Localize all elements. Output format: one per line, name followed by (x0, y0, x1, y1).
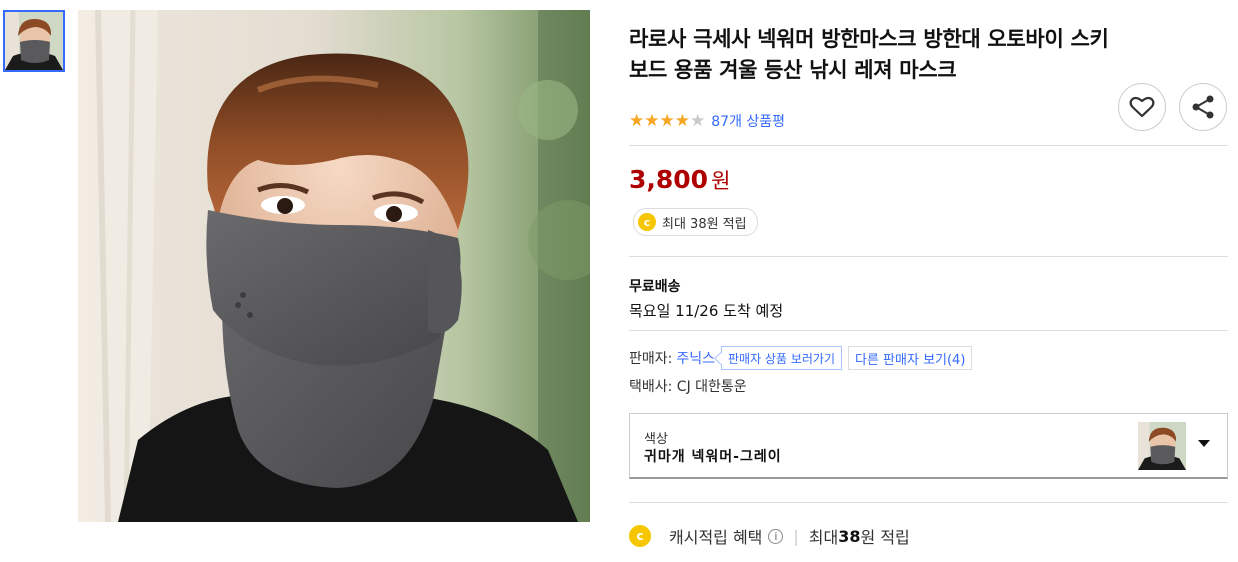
divider (629, 145, 1228, 146)
product-thumbnail[interactable] (3, 10, 65, 72)
option-label: 색상 (644, 432, 668, 447)
caret-down-icon (1198, 440, 1210, 447)
shipping-date: 목요일 11/26 도착 예정 (629, 302, 784, 320)
share-icon (1192, 95, 1214, 119)
cash-benefit: c 캐시적립 혜택 i | 최대 38 원 적립 (629, 522, 910, 550)
wishlist-button[interactable] (1118, 83, 1166, 131)
star-icon: ★ (644, 111, 660, 131)
thumbnail-image (5, 12, 63, 70)
option-thumbnail (1138, 422, 1186, 470)
courier-info: 택배사: CJ 대한통운 (629, 379, 747, 395)
cash-reward-badge: c 최대 38원 적립 (633, 208, 758, 236)
info-icon[interactable]: i (768, 528, 784, 544)
divider (629, 502, 1228, 503)
heart-icon (1129, 96, 1155, 118)
option-thumbnail-image (1138, 422, 1186, 470)
shipping-title: 무료배송 (629, 279, 681, 295)
star-icon: ★ (690, 111, 706, 131)
cash-benefit-label: 캐시적립 혜택 (669, 528, 763, 547)
review-count-link[interactable]: 87개 상품평 (711, 111, 785, 131)
product-main-image[interactable] (78, 10, 590, 522)
coin-icon: c (638, 213, 656, 231)
seller-label: 판매자: (629, 351, 673, 367)
cash-reward-text: 최대 38원 적립 (662, 216, 747, 232)
seller-info: 판매자: 주닉스 판매자 상품 보러가기 다른 판매자 보기(4) (629, 345, 973, 371)
price-amount: 3,800 (629, 165, 709, 194)
divider (629, 256, 1228, 257)
coin-icon: c (629, 525, 651, 547)
cash-benefit-amount: 38 (838, 526, 861, 546)
star-icon: ★ (674, 111, 690, 131)
rating: ★ ★ ★ ★ ★ 87개 상품평 (629, 111, 785, 131)
option-value: 귀마개 넥워머-그레이 (644, 449, 782, 465)
separator: | (793, 526, 799, 546)
cash-benefit-suffix: 원 적립 (860, 528, 910, 547)
rating-stars: ★ ★ ★ ★ ★ (629, 112, 705, 130)
seller-name-link[interactable]: 주닉스 (676, 348, 715, 368)
share-button[interactable] (1179, 83, 1227, 131)
other-sellers-button[interactable]: 다른 판매자 보기(4) (848, 346, 973, 370)
price: 3,800 원 (629, 165, 730, 195)
color-option-select[interactable]: 색상 귀마개 넥워머-그레이 (629, 413, 1228, 479)
price-currency: 원 (711, 169, 731, 193)
product-title: 라로사 극세사 넥워머 방한마스크 방한대 오토바이 스키 보드 용품 겨울 등… (629, 27, 1109, 82)
star-icon: ★ (629, 111, 645, 131)
star-icon: ★ (659, 111, 675, 131)
seller-products-button[interactable]: 판매자 상품 보러가기 (721, 346, 842, 370)
cash-benefit-prefix: 최대 (808, 528, 839, 547)
model-photo (78, 10, 590, 522)
divider (629, 330, 1228, 331)
